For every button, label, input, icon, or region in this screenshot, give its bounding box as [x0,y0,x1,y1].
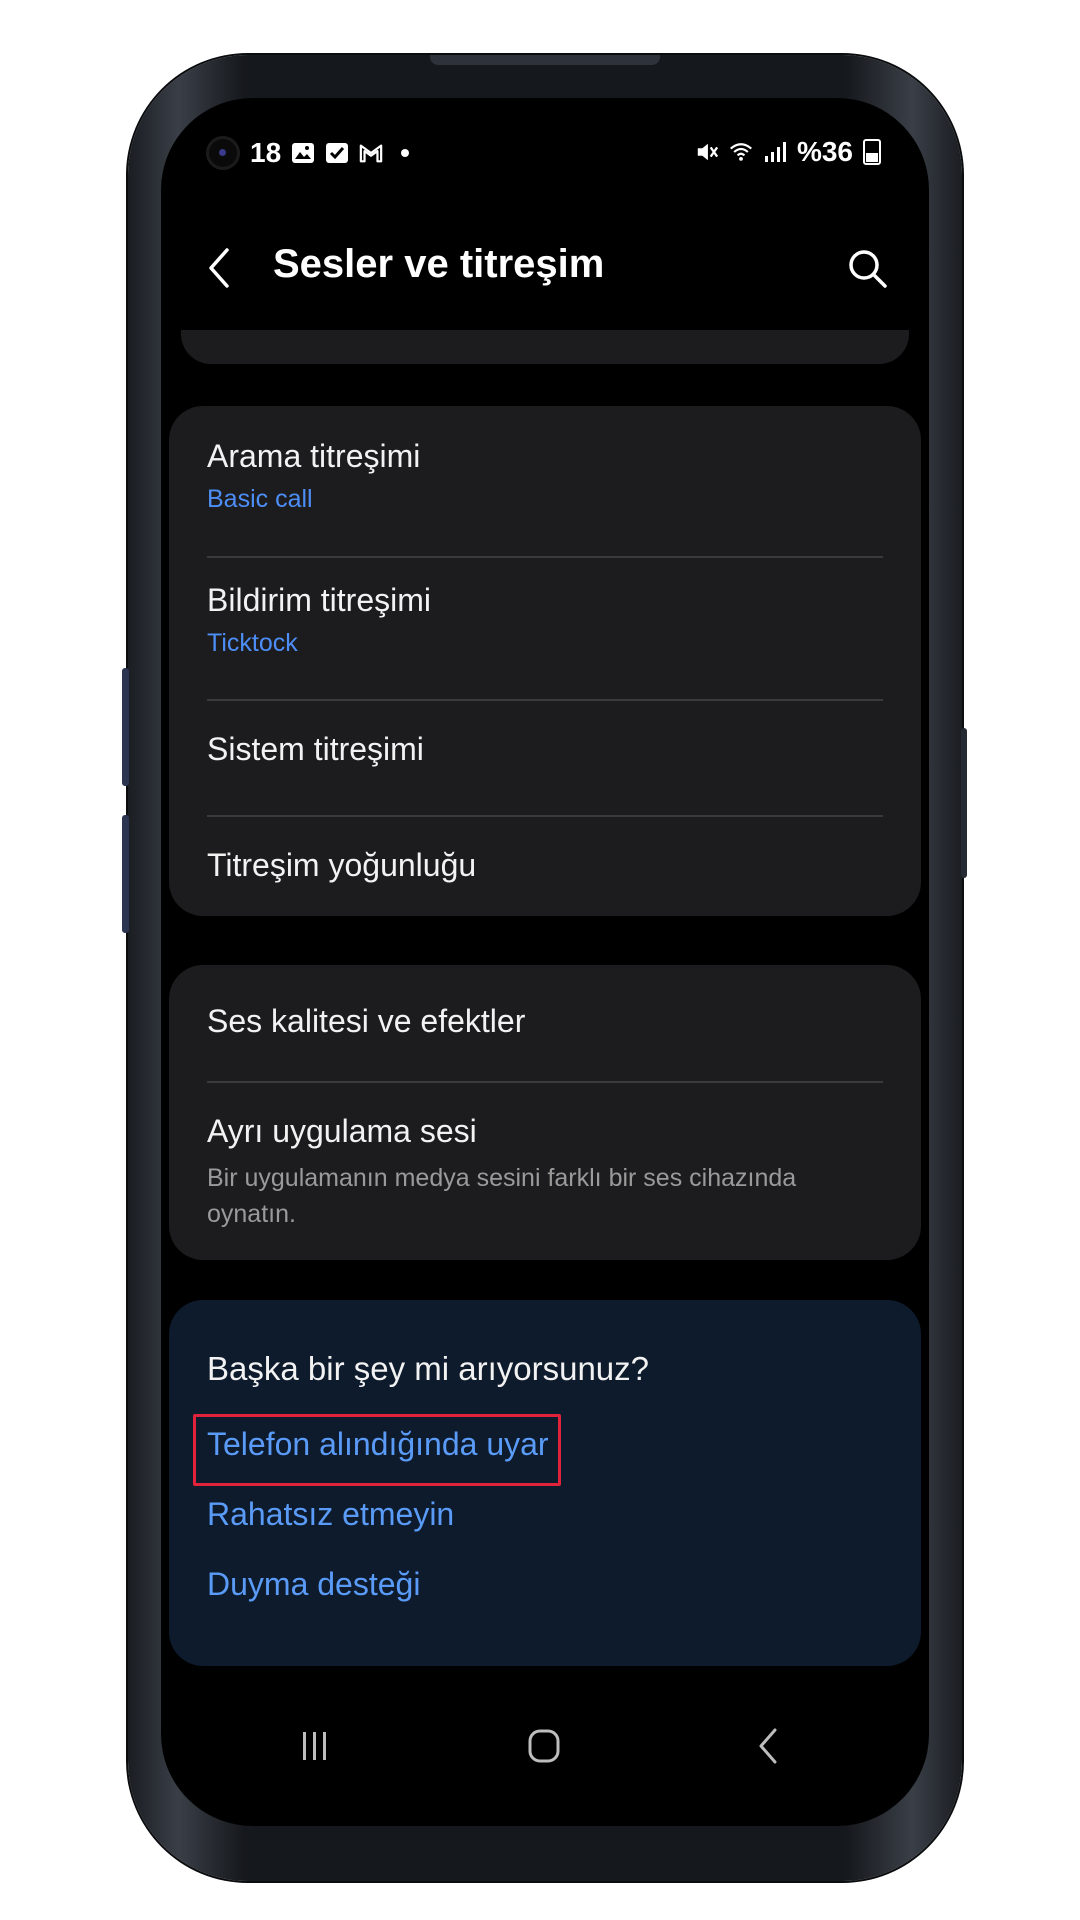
list-item-separate-app-sound[interactable]: Ayrı uygulama sesi Bir uygulamanın medya… [207,1113,883,1232]
status-time: 18 [250,137,282,168]
previous-card-edge [181,330,909,364]
list-item-sound-quality[interactable]: Ses kalitesi ve efektler [207,1003,883,1040]
page-title: Sesler ve titreşim [273,242,605,286]
list-item-title: Ses kalitesi ve efektler [207,1003,526,1039]
status-left: 18 [206,136,417,170]
list-item-description: Bir uygulamanın medya sesini farklı bir … [207,1164,797,1228]
divider [207,815,883,817]
dot-icon [393,141,417,165]
status-bar: 18 %36 [161,128,929,178]
top-speaker-grille [430,55,660,65]
list-item-title: Arama titreşimi [207,438,421,474]
back-nav-button[interactable] [739,1716,799,1776]
list-item-title: Sistem titreşimi [207,731,424,767]
list-item-call-vibration[interactable]: Arama titreşimi Basic call [207,438,883,514]
list-item-subtitle: Basic call [207,485,313,513]
divider [207,556,883,558]
list-item-title: Titreşim yoğunluğu [207,847,477,883]
check-icon [325,141,349,165]
signal-icon [763,140,787,164]
battery-icon [863,139,881,165]
power-button [961,728,967,878]
link-hearing-enhancements[interactable]: Duyma desteği [207,1566,420,1603]
link-alert-when-phone-picked-up[interactable]: Telefon alındığında uyar [207,1426,549,1463]
volume-down-button [122,815,129,933]
list-item-subtitle: Ticktock [207,629,298,657]
list-item-system-vibration[interactable]: Sistem titreşimi [207,731,883,768]
suggestions-card: Başka bir şey mi arıyorsunuz? Telefon al… [169,1300,921,1666]
back-button[interactable] [201,246,241,290]
home-icon [528,1729,560,1763]
divider [207,1081,883,1083]
recents-button[interactable] [285,1716,345,1776]
list-item-title: Ayrı uygulama sesi [207,1113,477,1149]
suggestions-title: Başka bir şey mi arıyorsunuz? [207,1350,650,1387]
search-icon [849,250,887,288]
status-right: %36 [695,136,881,168]
sound-settings-card: Ses kalitesi ve efektler Ayrı uygulama s… [169,965,921,1260]
list-item-title: Bildirim titreşimi [207,582,431,618]
link-do-not-disturb[interactable]: Rahatsız etmeyin [207,1496,454,1533]
battery-percent: %36 [796,136,853,167]
gallery-icon [291,141,315,165]
home-button[interactable] [514,1716,574,1776]
divider [207,699,883,701]
vibration-settings-card: Arama titreşimi Basic call Bildirim titr… [169,406,921,916]
phone-screen: 18 %36 Sesler ve titreşim Arama titreşim… [161,98,929,1826]
list-item-vibration-intensity[interactable]: Titreşim yoğunluğu [207,847,883,884]
back-icon [759,1728,777,1764]
list-item-notification-vibration[interactable]: Bildirim titreşimi Ticktock [207,582,883,658]
app-bar: Sesler ve titreşim [161,228,929,308]
search-button[interactable] [845,246,889,290]
recents-icon [303,1732,326,1760]
wifi-icon [729,140,753,164]
volume-up-button [122,668,129,786]
navigation-bar [161,1698,929,1788]
mute-vibrate-icon [695,140,719,164]
gmail-icon [359,141,383,165]
chevron-left-icon [209,248,229,288]
front-camera [206,136,240,170]
